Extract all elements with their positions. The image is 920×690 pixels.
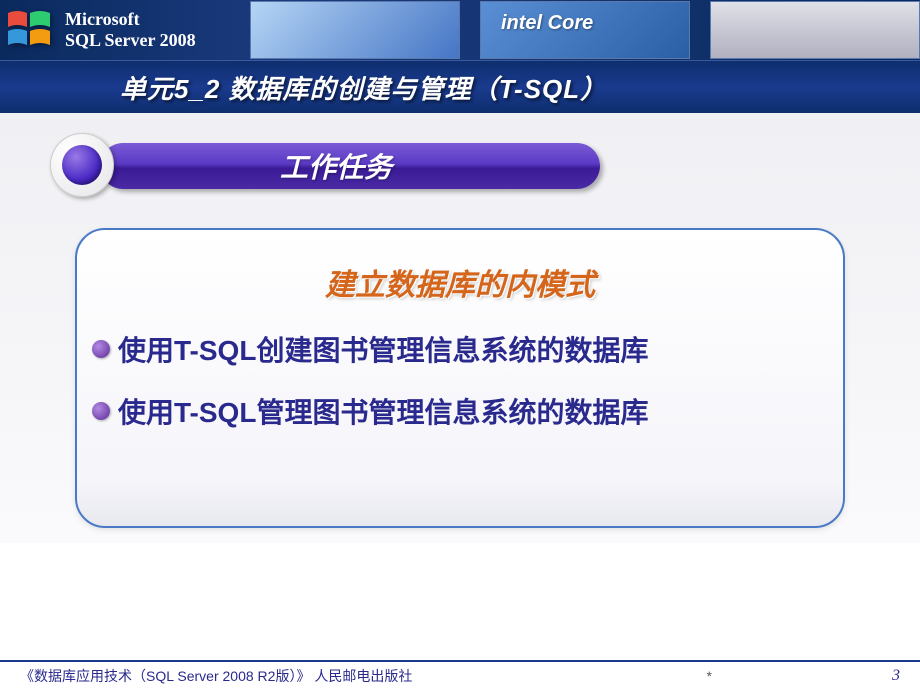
bullet-item: 使用T-SQL管理图书管理信息系统的数据库 <box>92 391 828 431</box>
bullet-text: 使用T-SQL管理图书管理信息系统的数据库 <box>118 391 648 431</box>
bullet-icon <box>92 402 110 420</box>
brand-line2: SQL Server 2008 <box>65 30 196 51</box>
section-circle-icon <box>50 133 120 203</box>
brand-text: Microsoft SQL Server 2008 <box>65 9 196 51</box>
section-pill: 工作任务 <box>100 143 600 189</box>
windows-logo-icon <box>5 5 55 55</box>
header-decorative-image-1 <box>250 1 460 59</box>
brand-line1: Microsoft <box>65 9 196 30</box>
footer-date: * <box>707 668 712 684</box>
logo-area: Microsoft SQL Server 2008 <box>0 5 240 55</box>
content-area: 工作任务 建立数据库的内模式 使用T-SQL创建图书管理信息系统的数据库 使用T… <box>0 113 920 543</box>
header-images <box>250 1 920 59</box>
header-decorative-image-2 <box>480 1 690 59</box>
header-decorative-image-3 <box>710 1 920 59</box>
slide-footer: 《数据库应用技术（SQL Server 2008 R2版）》 人民邮电出版社 *… <box>0 660 920 690</box>
content-heading: 建立数据库的内模式 <box>92 260 828 304</box>
content-box: 建立数据库的内模式 使用T-SQL创建图书管理信息系统的数据库 使用T-SQL管… <box>75 228 845 528</box>
bullet-text: 使用T-SQL创建图书管理信息系统的数据库 <box>118 329 648 369</box>
bullet-item: 使用T-SQL创建图书管理信息系统的数据库 <box>92 329 828 369</box>
slide-header: Microsoft SQL Server 2008 <box>0 0 920 60</box>
title-bar: 单元5_2 数据库的创建与管理（T-SQL） <box>0 60 920 113</box>
section-header: 工作任务 <box>50 133 920 203</box>
bullet-icon <box>92 340 110 358</box>
footer-page-number: 3 <box>892 667 900 685</box>
footer-book-title: 《数据库应用技术（SQL Server 2008 R2版）》 人民邮电出版社 <box>20 666 707 686</box>
section-label: 工作任务 <box>280 146 392 186</box>
slide-title: 单元5_2 数据库的创建与管理（T-SQL） <box>120 69 607 106</box>
